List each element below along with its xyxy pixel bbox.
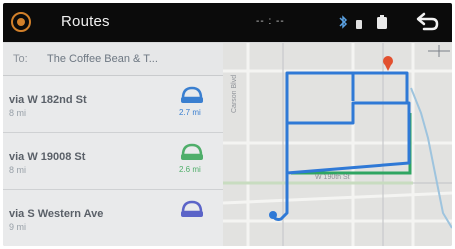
device-frame: Routes -- : -- To: The Coffee Bean & T..…	[0, 0, 455, 249]
compass-icon	[428, 45, 450, 57]
map-canvas	[223, 43, 452, 246]
river-path	[410, 87, 452, 229]
route-option-3[interactable]: via S Western Ave 9 mi	[3, 190, 223, 246]
page-title: Routes	[61, 13, 110, 30]
route-list: via W 182nd St 8 mi 2.7 mi via W 19008 S…	[3, 76, 223, 246]
destination-name: The Coffee Bean & T...	[47, 53, 158, 65]
route-map[interactable]: Carson Blvd W 190th St	[223, 43, 452, 246]
map-street-label: W 190th St	[315, 174, 350, 181]
status-indicator: -- : --	[256, 16, 285, 27]
route-name: via W 182nd St	[9, 94, 87, 106]
start-marker	[269, 211, 277, 219]
route-distance: 8 mi	[9, 165, 27, 175]
destination-prefix: To:	[13, 53, 28, 65]
route-option-2[interactable]: via W 19008 St 8 mi 2.6 mi	[3, 133, 223, 190]
route-distance: 9 mi	[9, 222, 27, 232]
navigation-screen: Routes -- : -- To: The Coffee Bean & T..…	[3, 3, 452, 246]
top-bar: Routes -- : --	[3, 3, 452, 42]
route-time: 2.6 mi	[179, 165, 201, 174]
car-icon	[181, 86, 203, 103]
route-distance: 8 mi	[9, 108, 27, 118]
destination-pin	[383, 56, 393, 71]
route-name: via S Western Ave	[9, 208, 104, 220]
battery-icon	[377, 15, 387, 29]
phone-icon	[356, 20, 362, 29]
home-icon	[17, 18, 25, 26]
bluetooth-icon	[339, 15, 348, 29]
route-time: 2.7 mi	[179, 108, 201, 117]
home-button[interactable]	[11, 12, 31, 32]
back-button[interactable]	[414, 12, 440, 32]
route-option-1[interactable]: via W 182nd St 8 mi 2.7 mi	[3, 76, 223, 133]
route-name: via W 19008 St	[9, 151, 86, 163]
car-icon	[181, 143, 203, 160]
map-street-label: Carson Blvd	[231, 74, 238, 113]
destination-bar[interactable]: To: The Coffee Bean & T...	[3, 43, 223, 76]
car-icon	[181, 200, 203, 217]
